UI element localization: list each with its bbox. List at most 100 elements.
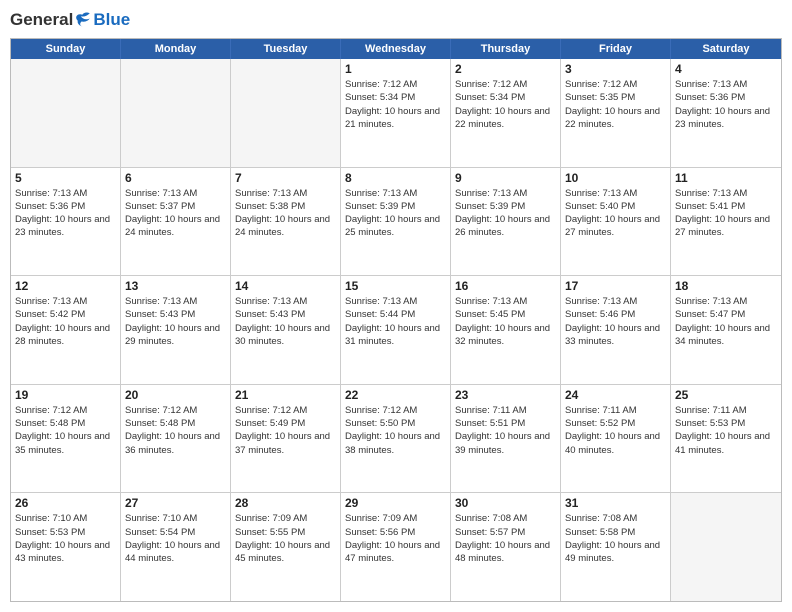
- day-cell-2: 2Sunrise: 7:12 AM Sunset: 5:34 PM Daylig…: [451, 59, 561, 167]
- day-number: 26: [15, 496, 116, 510]
- empty-cell: [121, 59, 231, 167]
- day-number: 12: [15, 279, 116, 293]
- day-number: 28: [235, 496, 336, 510]
- day-cell-8: 8 Sunrise: 7:13 AM Sunset: 5:39 PM Daylig…: [341, 168, 451, 276]
- day-cell-7: 7 Sunrise: 7:13 AM Sunset: 5:38 PM Daylig…: [231, 168, 341, 276]
- day-info: Sunrise: 7:13 AM Sunset: 5:41 PM Dayligh…: [675, 187, 777, 240]
- empty-cell: [11, 59, 121, 167]
- day-cell-31: 31Sunrise: 7:08 AM Sunset: 5:58 PM Dayli…: [561, 493, 671, 601]
- day-info: Sunrise: 7:12 AM Sunset: 5:50 PM Dayligh…: [345, 404, 446, 457]
- day-info: Sunrise: 7:13 AM Sunset: 5:37 PM Dayligh…: [125, 187, 226, 240]
- empty-cell: [671, 493, 781, 601]
- day-info: Sunrise: 7:13 AM Sunset: 5:47 PM Dayligh…: [675, 295, 777, 348]
- day-number: 30: [455, 496, 556, 510]
- day-cell-1: 1Sunrise: 7:12 AM Sunset: 5:34 PM Daylig…: [341, 59, 451, 167]
- day-cell-5: 5 Sunrise: 7:13 AM Sunset: 5:36 PM Daylig…: [11, 168, 121, 276]
- day-info: Sunrise: 7:11 AM Sunset: 5:53 PM Dayligh…: [675, 404, 777, 457]
- day-number: 9: [455, 171, 556, 185]
- day-number: 21: [235, 388, 336, 402]
- day-number: 14: [235, 279, 336, 293]
- day-cell-30: 30 Sunrise: 7:08 AM Sunset: 5:57 PM Dayli…: [451, 493, 561, 601]
- calendar-week-2: 5 Sunrise: 7:13 AM Sunset: 5:36 PM Daylig…: [11, 168, 781, 277]
- logo: General Blue: [10, 10, 130, 30]
- day-number: 8: [345, 171, 446, 185]
- day-info: Sunrise: 7:13 AM Sunset: 5:36 PM Dayligh…: [675, 78, 777, 131]
- day-cell-4: 4 Sunrise: 7:13 AM Sunset: 5:36 PM Daylig…: [671, 59, 781, 167]
- day-info: Sunrise: 7:12 AM Sunset: 5:35 PM Dayligh…: [565, 78, 666, 131]
- day-number: 24: [565, 388, 666, 402]
- day-cell-12: 12 Sunrise: 7:13 AM Sunset: 5:42 PM Dayli…: [11, 276, 121, 384]
- calendar-week-1: 1Sunrise: 7:12 AM Sunset: 5:34 PM Daylig…: [11, 59, 781, 168]
- calendar-week-3: 12 Sunrise: 7:13 AM Sunset: 5:42 PM Dayli…: [11, 276, 781, 385]
- day-cell-17: 17Sunrise: 7:13 AM Sunset: 5:46 PM Dayli…: [561, 276, 671, 384]
- day-number: 6: [125, 171, 226, 185]
- day-info: Sunrise: 7:08 AM Sunset: 5:57 PM Dayligh…: [455, 512, 556, 565]
- day-info: Sunrise: 7:13 AM Sunset: 5:39 PM Dayligh…: [345, 187, 446, 240]
- day-number: 16: [455, 279, 556, 293]
- day-number: 15: [345, 279, 446, 293]
- day-cell-29: 29 Sunrise: 7:09 AM Sunset: 5:56 PM Dayli…: [341, 493, 451, 601]
- day-cell-26: 26 Sunrise: 7:10 AM Sunset: 5:53 PM Dayli…: [11, 493, 121, 601]
- day-info: Sunrise: 7:10 AM Sunset: 5:54 PM Dayligh…: [125, 512, 226, 565]
- day-cell-19: 19 Sunrise: 7:12 AM Sunset: 5:48 PM Dayli…: [11, 385, 121, 493]
- header-day-sunday: Sunday: [11, 39, 121, 59]
- header-day-wednesday: Wednesday: [341, 39, 451, 59]
- day-info: Sunrise: 7:13 AM Sunset: 5:36 PM Dayligh…: [15, 187, 116, 240]
- header-day-monday: Monday: [121, 39, 231, 59]
- day-info: Sunrise: 7:10 AM Sunset: 5:53 PM Dayligh…: [15, 512, 116, 565]
- day-cell-9: 9 Sunrise: 7:13 AM Sunset: 5:39 PM Daylig…: [451, 168, 561, 276]
- day-cell-3: 3 Sunrise: 7:12 AM Sunset: 5:35 PM Daylig…: [561, 59, 671, 167]
- day-number: 17: [565, 279, 666, 293]
- day-cell-14: 14 Sunrise: 7:13 AM Sunset: 5:43 PM Dayli…: [231, 276, 341, 384]
- day-cell-10: 10Sunrise: 7:13 AM Sunset: 5:40 PM Dayli…: [561, 168, 671, 276]
- day-cell-23: 23 Sunrise: 7:11 AM Sunset: 5:51 PM Dayli…: [451, 385, 561, 493]
- day-number: 22: [345, 388, 446, 402]
- day-info: Sunrise: 7:12 AM Sunset: 5:34 PM Dayligh…: [345, 78, 446, 131]
- day-number: 7: [235, 171, 336, 185]
- day-number: 4: [675, 62, 777, 76]
- day-cell-28: 28 Sunrise: 7:09 AM Sunset: 5:55 PM Dayli…: [231, 493, 341, 601]
- day-number: 23: [455, 388, 556, 402]
- day-number: 20: [125, 388, 226, 402]
- logo-blue: Blue: [93, 10, 130, 30]
- header-day-saturday: Saturday: [671, 39, 781, 59]
- day-info: Sunrise: 7:13 AM Sunset: 5:43 PM Dayligh…: [125, 295, 226, 348]
- day-cell-25: 25 Sunrise: 7:11 AM Sunset: 5:53 PM Dayli…: [671, 385, 781, 493]
- day-info: Sunrise: 7:13 AM Sunset: 5:39 PM Dayligh…: [455, 187, 556, 240]
- day-info: Sunrise: 7:13 AM Sunset: 5:45 PM Dayligh…: [455, 295, 556, 348]
- page-header: General Blue: [10, 10, 782, 30]
- day-cell-20: 20Sunrise: 7:12 AM Sunset: 5:48 PM Dayli…: [121, 385, 231, 493]
- day-info: Sunrise: 7:09 AM Sunset: 5:55 PM Dayligh…: [235, 512, 336, 565]
- day-info: Sunrise: 7:08 AM Sunset: 5:58 PM Dayligh…: [565, 512, 666, 565]
- day-cell-21: 21 Sunrise: 7:12 AM Sunset: 5:49 PM Dayli…: [231, 385, 341, 493]
- day-cell-15: 15 Sunrise: 7:13 AM Sunset: 5:44 PM Dayli…: [341, 276, 451, 384]
- day-info: Sunrise: 7:13 AM Sunset: 5:43 PM Dayligh…: [235, 295, 336, 348]
- day-cell-18: 18Sunrise: 7:13 AM Sunset: 5:47 PM Dayli…: [671, 276, 781, 384]
- day-number: 25: [675, 388, 777, 402]
- day-number: 13: [125, 279, 226, 293]
- day-cell-16: 16 Sunrise: 7:13 AM Sunset: 5:45 PM Dayli…: [451, 276, 561, 384]
- day-info: Sunrise: 7:13 AM Sunset: 5:40 PM Dayligh…: [565, 187, 666, 240]
- calendar-week-4: 19 Sunrise: 7:12 AM Sunset: 5:48 PM Dayli…: [11, 385, 781, 494]
- day-info: Sunrise: 7:09 AM Sunset: 5:56 PM Dayligh…: [345, 512, 446, 565]
- day-cell-13: 13 Sunrise: 7:13 AM Sunset: 5:43 PM Dayli…: [121, 276, 231, 384]
- day-cell-11: 11Sunrise: 7:13 AM Sunset: 5:41 PM Dayli…: [671, 168, 781, 276]
- calendar-body: 1Sunrise: 7:12 AM Sunset: 5:34 PM Daylig…: [11, 59, 781, 601]
- day-number: 29: [345, 496, 446, 510]
- header-day-tuesday: Tuesday: [231, 39, 341, 59]
- day-info: Sunrise: 7:13 AM Sunset: 5:44 PM Dayligh…: [345, 295, 446, 348]
- calendar-header: SundayMondayTuesdayWednesdayThursdayFrid…: [11, 39, 781, 59]
- day-info: Sunrise: 7:13 AM Sunset: 5:38 PM Dayligh…: [235, 187, 336, 240]
- day-number: 19: [15, 388, 116, 402]
- day-info: Sunrise: 7:12 AM Sunset: 5:34 PM Dayligh…: [455, 78, 556, 131]
- day-info: Sunrise: 7:12 AM Sunset: 5:49 PM Dayligh…: [235, 404, 336, 457]
- header-day-friday: Friday: [561, 39, 671, 59]
- logo-general: General: [10, 10, 73, 30]
- day-info: Sunrise: 7:11 AM Sunset: 5:51 PM Dayligh…: [455, 404, 556, 457]
- day-number: 3: [565, 62, 666, 76]
- empty-cell: [231, 59, 341, 167]
- day-info: Sunrise: 7:13 AM Sunset: 5:42 PM Dayligh…: [15, 295, 116, 348]
- day-cell-6: 6 Sunrise: 7:13 AM Sunset: 5:37 PM Daylig…: [121, 168, 231, 276]
- day-info: Sunrise: 7:12 AM Sunset: 5:48 PM Dayligh…: [15, 404, 116, 457]
- day-number: 5: [15, 171, 116, 185]
